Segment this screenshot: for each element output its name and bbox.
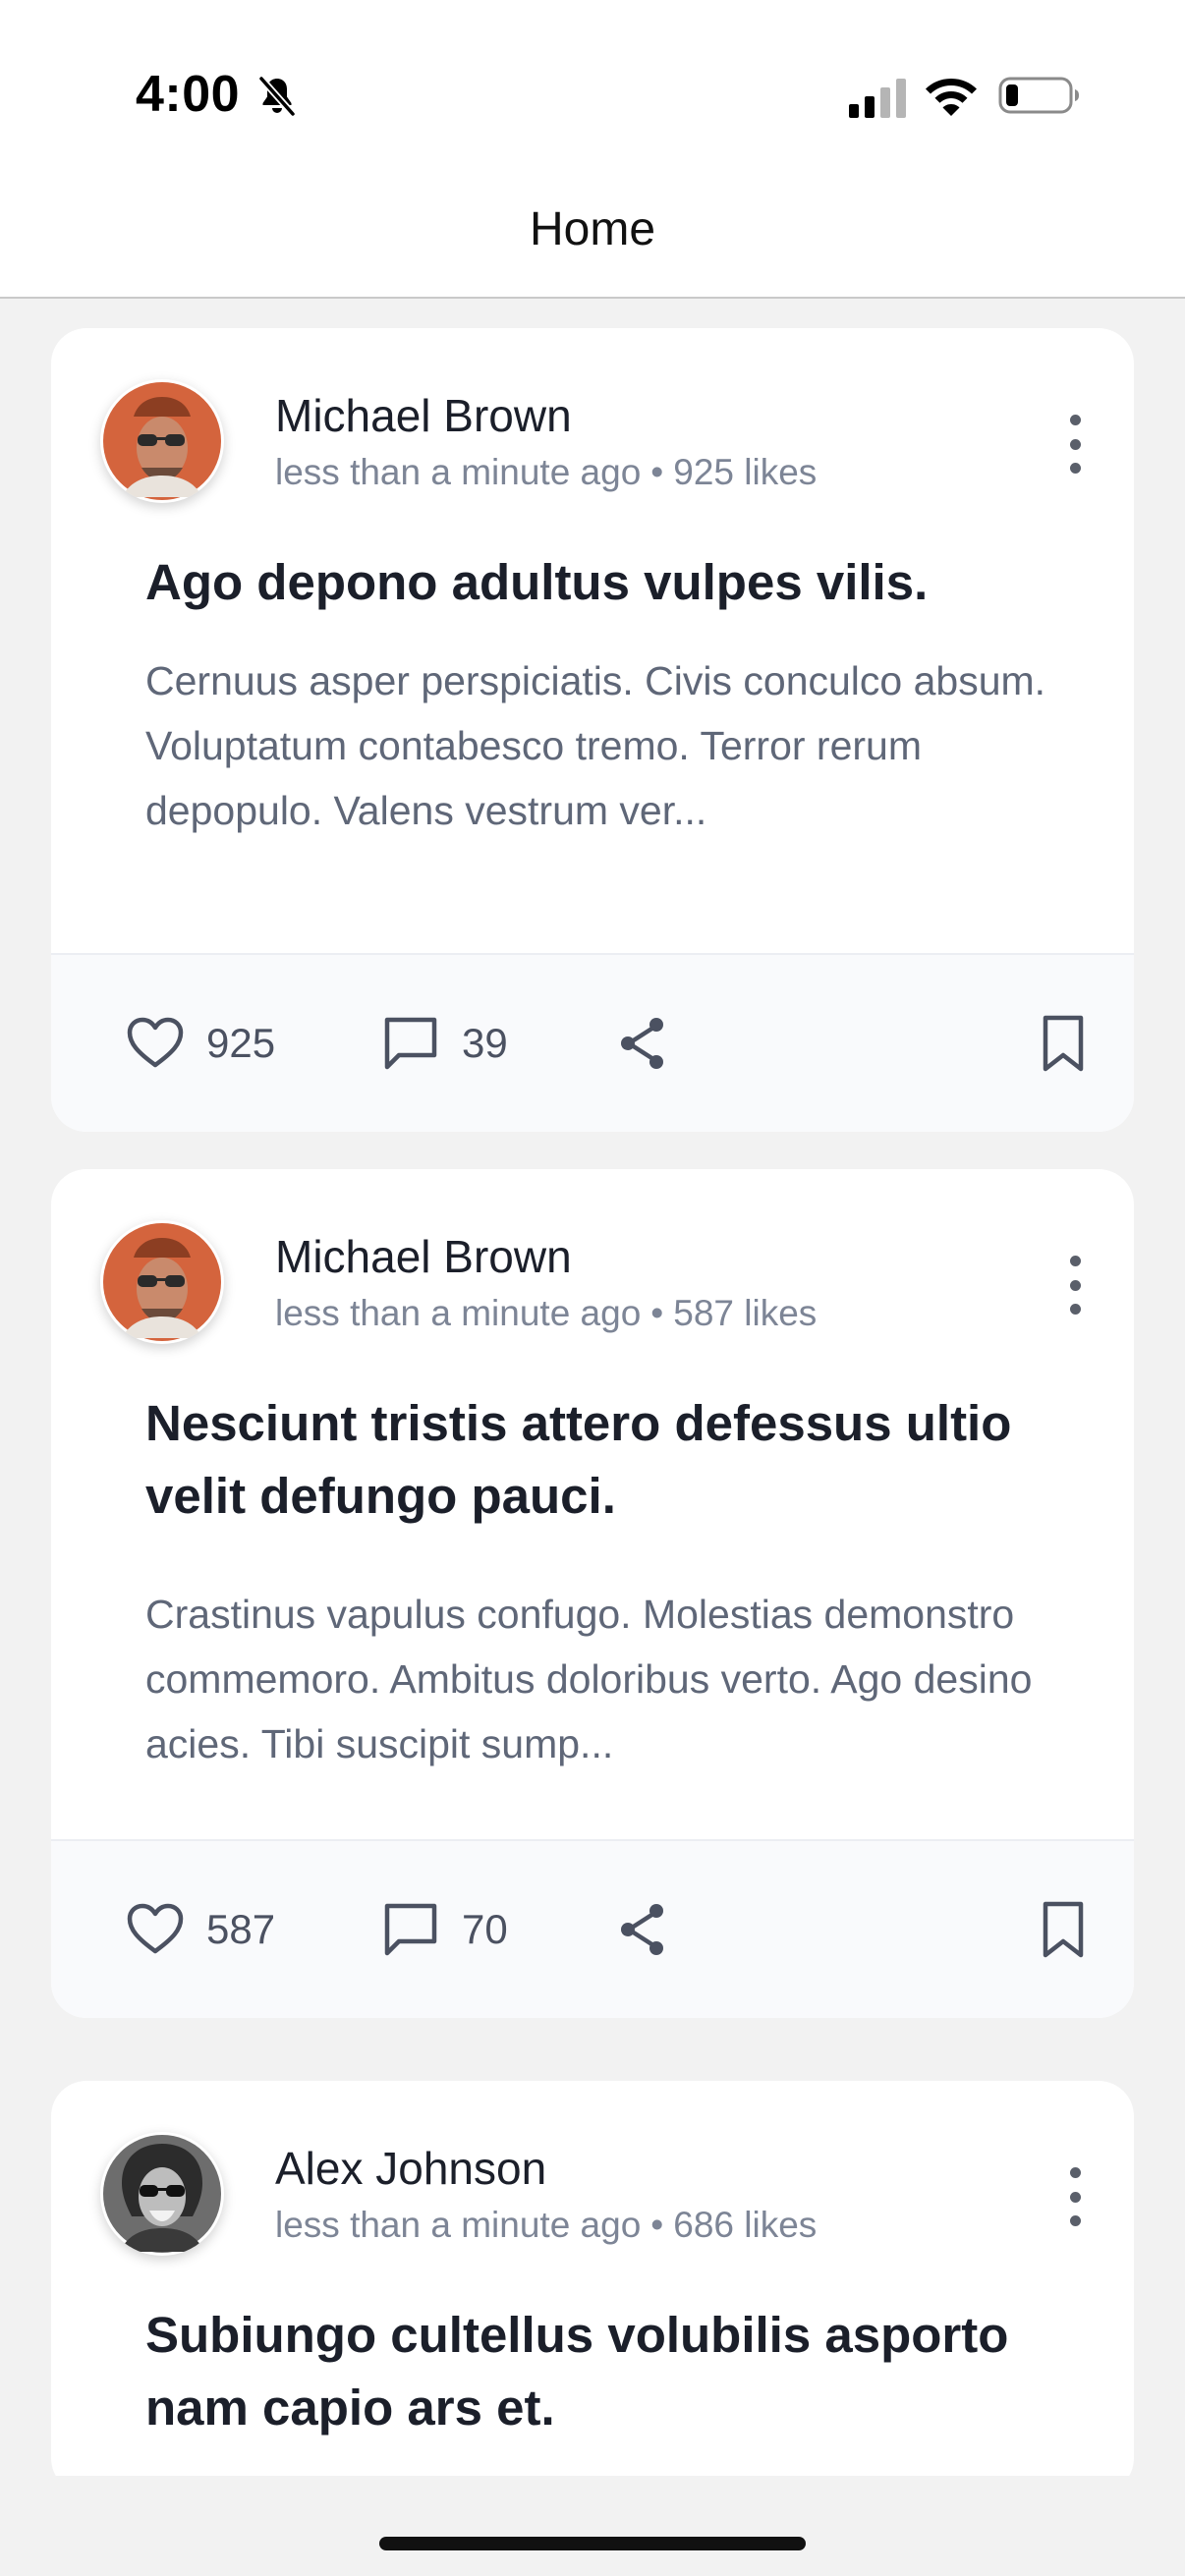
more-dot-icon xyxy=(1069,1256,1081,1266)
bookmark-button[interactable] xyxy=(1032,1890,1095,1969)
meta-separator: • xyxy=(650,2205,664,2245)
post-meta: less than a minute ago • 587 likes xyxy=(275,1293,817,1334)
comment-count: 70 xyxy=(462,1906,508,1952)
post-time: less than a minute ago xyxy=(275,2205,642,2245)
bell-slash-icon xyxy=(258,76,296,117)
wifi-icon xyxy=(926,79,977,116)
post-title[interactable]: Subiungo cultellus volubilis asporto nam… xyxy=(145,2299,1089,2444)
avatar[interactable] xyxy=(100,1220,224,1344)
post-actions: 587 70 xyxy=(51,1839,1134,2018)
more-dot-icon xyxy=(1069,1279,1081,1291)
share-icon xyxy=(621,1904,663,1955)
like-button[interactable]: 587 xyxy=(124,1890,275,1969)
post-card[interactable]: Michael Brown less than a minute ago • 587… xyxy=(51,1169,1134,2018)
post-card[interactable]: Michael Brown less than a minute ago • 925… xyxy=(51,328,1134,1132)
more-dot-icon xyxy=(1069,2167,1081,2178)
post-title[interactable]: Ago depono adultus vulpes vilis. xyxy=(145,546,1089,619)
comment-button[interactable]: 39 xyxy=(379,1004,508,1083)
heart-icon xyxy=(127,1017,184,1068)
more-dot-icon xyxy=(1069,463,1081,474)
page-title: Home xyxy=(529,203,656,255)
comment-icon xyxy=(384,1017,437,1070)
author-photo xyxy=(103,2135,221,2253)
share-button[interactable] xyxy=(611,1004,674,1083)
post-card[interactable]: Alex Johnson less than a minute ago • 686 … xyxy=(51,2081,1134,2476)
author-name[interactable]: Michael Brown xyxy=(275,1230,572,1283)
comment-button[interactable]: 70 xyxy=(379,1890,508,1969)
post-likes-label: 686 likes xyxy=(673,2205,818,2245)
more-dot-icon xyxy=(1069,2191,1081,2203)
meta-separator: • xyxy=(650,452,664,492)
bookmark-icon xyxy=(1043,1901,1084,1958)
post-title[interactable]: Nesciunt tristis attero defessus ultio v… xyxy=(145,1387,1089,1533)
more-options-button[interactable] xyxy=(1055,1256,1095,1315)
home-indicator[interactable] xyxy=(379,2537,806,2550)
post-likes-label: 587 likes xyxy=(673,1293,818,1333)
comment-icon xyxy=(384,1903,437,1956)
like-count: 587 xyxy=(206,1906,276,1952)
status-bar: 4:00 xyxy=(0,0,1185,177)
like-button[interactable]: 925 xyxy=(124,1004,275,1083)
more-options-button[interactable] xyxy=(1055,415,1095,474)
status-time: 4:00 xyxy=(136,66,241,123)
bookmark-icon xyxy=(1043,1015,1084,1072)
post-time: less than a minute ago xyxy=(275,452,642,492)
more-dot-icon xyxy=(1069,2215,1081,2226)
post-actions: 925 39 xyxy=(51,953,1134,1132)
avatar[interactable] xyxy=(100,379,224,503)
post-meta: less than a minute ago • 925 likes xyxy=(275,452,817,493)
meta-separator: • xyxy=(650,1293,664,1333)
share-button[interactable] xyxy=(611,1890,674,1969)
post-body[interactable]: Cernuus asper perspiciatis. Civis concul… xyxy=(145,648,1089,843)
comment-count: 39 xyxy=(462,1020,508,1066)
heart-icon xyxy=(127,1903,184,1954)
author-photo xyxy=(103,1223,221,1341)
more-options-button[interactable] xyxy=(1055,2167,1095,2226)
author-photo xyxy=(103,382,221,500)
cellular-signal-icon xyxy=(849,79,906,118)
more-dot-icon xyxy=(1069,415,1081,425)
more-dot-icon xyxy=(1069,1304,1081,1315)
like-count: 925 xyxy=(206,1020,276,1066)
author-name[interactable]: Michael Brown xyxy=(275,389,572,442)
author-name[interactable]: Alex Johnson xyxy=(275,2142,546,2195)
post-time: less than a minute ago xyxy=(275,1293,642,1333)
more-dot-icon xyxy=(1069,438,1081,450)
avatar[interactable] xyxy=(100,2132,224,2256)
bookmark-button[interactable] xyxy=(1032,1004,1095,1083)
post-feed[interactable]: Michael Brown less than a minute ago • 925… xyxy=(0,299,1185,2476)
post-meta: less than a minute ago • 686 likes xyxy=(275,2205,817,2246)
nav-header: Home xyxy=(0,177,1185,299)
battery-low-icon xyxy=(998,77,1079,114)
post-likes-label: 925 likes xyxy=(673,452,818,492)
share-icon xyxy=(621,1018,663,1069)
post-body[interactable]: Crastinus vapulus confugo. Molestias dem… xyxy=(145,1582,1089,1776)
